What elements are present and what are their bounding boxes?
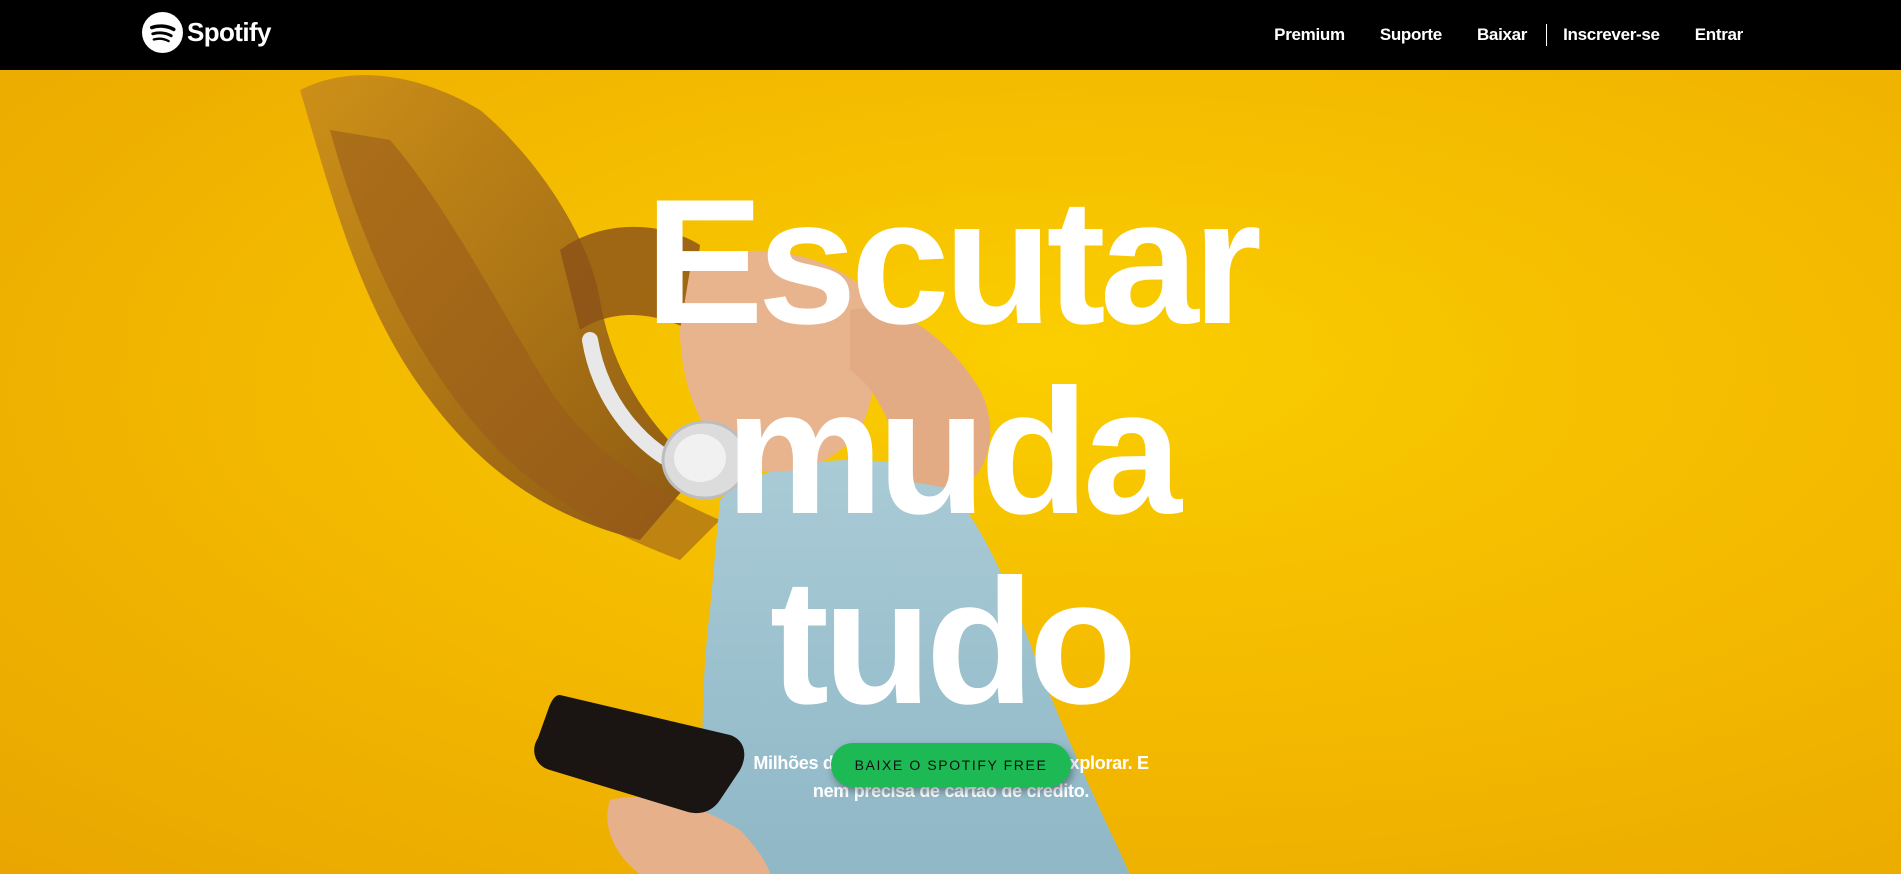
download-spotify-free-button[interactable]: BAIXE O SPOTIFY FREE: [831, 743, 1071, 787]
nav-inscrever-se[interactable]: Inscrever-se: [1563, 25, 1660, 45]
hero-headline: Escutar muda tudo: [0, 167, 1901, 737]
spotify-logo[interactable]: Spotify: [142, 11, 272, 53]
nav-divider: [1546, 24, 1548, 46]
headline-line-1: Escutar: [645, 162, 1262, 362]
logo-wordmark: Spotify: [187, 16, 272, 47]
nav-baixar[interactable]: Baixar: [1477, 25, 1527, 45]
nav-premium[interactable]: Premium: [1274, 25, 1345, 45]
nav-suporte[interactable]: Suporte: [1380, 25, 1442, 45]
top-navigation-bar: Spotify Premium Suporte Baixar Inscrever…: [0, 0, 1901, 70]
spotify-logo-icon: [142, 11, 183, 53]
nav-entrar[interactable]: Entrar: [1695, 25, 1744, 45]
main-nav: Premium Suporte Baixar Inscrever-se Entr…: [1274, 0, 1743, 70]
headline-line-2: muda: [725, 352, 1182, 552]
headline-line-3: tudo: [769, 542, 1137, 742]
